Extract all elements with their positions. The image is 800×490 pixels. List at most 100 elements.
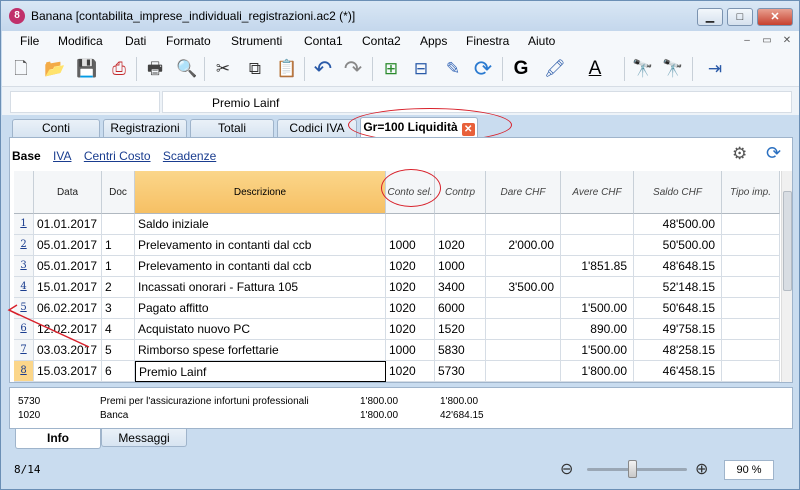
cell-descrizione[interactable]: Incassati onorari - Fattura 105	[135, 277, 386, 298]
tab-messaggi[interactable]: Messaggi	[101, 429, 187, 447]
cell-dare[interactable]	[486, 214, 561, 235]
zoom-level-field[interactable]: 90 %	[724, 460, 774, 480]
column-header-contrp[interactable]: Contrp	[435, 171, 486, 214]
column-header-doc[interactable]: Doc	[102, 171, 135, 214]
insert-row-icon[interactable]: ⊞	[378, 56, 404, 82]
row-number[interactable]: 8	[14, 361, 34, 382]
tab-info[interactable]: Info	[15, 429, 101, 449]
column-header-saldo[interactable]: Saldo CHF	[634, 171, 722, 214]
menu-formato[interactable]: Formato	[166, 34, 211, 48]
cell-tipo-imp[interactable]	[722, 298, 780, 319]
cell-avere[interactable]: 1'851.85	[561, 256, 634, 277]
cell-avere[interactable]	[561, 277, 634, 298]
cell-doc[interactable]: 2	[102, 277, 135, 298]
menu-conta2[interactable]: Conta2	[362, 34, 401, 48]
view-scadenze[interactable]: Scadenze	[163, 149, 216, 163]
mdi-close-icon[interactable]: ✕	[780, 34, 794, 48]
new-file-icon[interactable]: 🗋	[8, 56, 34, 82]
menu-file[interactable]: File	[20, 34, 39, 48]
cell-doc[interactable]: 5	[102, 340, 135, 361]
zoom-slider-thumb[interactable]	[628, 460, 637, 478]
bold-icon[interactable]: G	[508, 56, 534, 82]
row-number[interactable]: 3	[14, 256, 34, 277]
mdi-restore-icon[interactable]: ▭	[760, 34, 774, 48]
open-folder-icon[interactable]: 📂	[42, 56, 68, 82]
mdi-minimize-icon[interactable]: –	[740, 34, 754, 48]
menu-finestra[interactable]: Finestra	[466, 34, 509, 48]
cell-contrp[interactable]	[435, 214, 486, 235]
cell-contrp[interactable]: 6000	[435, 298, 486, 319]
zoom-in-icon[interactable]: ⊕	[695, 459, 708, 479]
cell-doc[interactable]	[102, 214, 135, 235]
cell-contrp[interactable]: 1020	[435, 235, 486, 256]
redo-icon[interactable]: ↷	[340, 56, 366, 82]
cell-descrizione[interactable]: Pagato affitto	[135, 298, 386, 319]
find-next-icon[interactable]: 🔭	[660, 56, 686, 82]
tab-codici-iva[interactable]: Codici IVA	[277, 119, 357, 137]
title-bar[interactable]: 8 Banana [contabilita_imprese_individual…	[1, 1, 799, 31]
cell-doc[interactable]: 1	[102, 235, 135, 256]
cell-tipo-imp[interactable]	[722, 319, 780, 340]
recheck-icon[interactable]: ⟳	[470, 56, 496, 82]
cell-contrp[interactable]: 1000	[435, 256, 486, 277]
zoom-slider[interactable]	[587, 468, 687, 471]
cell-tipo-imp[interactable]	[722, 277, 780, 298]
menu-apps[interactable]: Apps	[420, 34, 447, 48]
maximize-button[interactable]: □	[727, 8, 753, 26]
cell-saldo[interactable]: 48'648.15	[634, 256, 722, 277]
delete-row-icon[interactable]: ⊟	[408, 56, 434, 82]
cell-conto-sel[interactable]: 1020	[386, 256, 435, 277]
tab-registrazioni[interactable]: Registrazioni	[103, 119, 187, 137]
edit-cell-icon[interactable]: ✎	[440, 56, 466, 82]
cell-dare[interactable]	[486, 340, 561, 361]
cell-conto-sel[interactable]: 1020	[386, 277, 435, 298]
cell-avere[interactable]: 1'500.00	[561, 298, 634, 319]
cell-contrp[interactable]: 5730	[435, 361, 486, 382]
row-number[interactable]: 1	[14, 214, 34, 235]
column-header-avere[interactable]: Avere CHF	[561, 171, 634, 214]
cell-tipo-imp[interactable]	[722, 214, 780, 235]
cell-doc[interactable]: 3	[102, 298, 135, 319]
cell-contrp[interactable]: 1520	[435, 319, 486, 340]
row-number[interactable]: 2	[14, 235, 34, 256]
cell-descrizione[interactable]: Premio Lainf	[135, 361, 386, 382]
go-to-icon[interactable]: ⇥	[702, 56, 728, 82]
cell-data[interactable]: 01.01.2017	[34, 214, 102, 235]
column-header-descrizione[interactable]: Descrizione	[135, 171, 386, 214]
cell-data[interactable]: 15.03.2017	[34, 361, 102, 382]
pdf-icon[interactable]: ⎙	[106, 56, 132, 82]
cell-saldo[interactable]: 50'500.00	[634, 235, 722, 256]
cell-saldo[interactable]: 49'758.15	[634, 319, 722, 340]
cell-dare[interactable]	[486, 361, 561, 382]
vertical-scrollbar[interactable]	[781, 171, 792, 382]
copy-icon[interactable]: ⧉	[242, 56, 268, 82]
cell-contrp[interactable]: 5830	[435, 340, 486, 361]
cell-saldo[interactable]: 48'258.15	[634, 340, 722, 361]
cell-avere[interactable]: 1'800.00	[561, 361, 634, 382]
cell-dare[interactable]	[486, 256, 561, 277]
column-header-dare[interactable]: Dare CHF	[486, 171, 561, 214]
cell-tipo-imp[interactable]	[722, 256, 780, 277]
zoom-out-icon[interactable]: ⊖	[560, 459, 573, 479]
cell-avere[interactable]	[561, 235, 634, 256]
cell-conto-sel[interactable]	[386, 214, 435, 235]
view-centri-costo[interactable]: Centri Costo	[84, 149, 151, 163]
cell-saldo[interactable]: 46'458.15	[634, 361, 722, 382]
tab-conti[interactable]: Conti	[12, 119, 100, 137]
view-base[interactable]: Base	[12, 149, 41, 163]
cell-reference-field[interactable]	[10, 91, 160, 113]
cell-dare[interactable]	[486, 298, 561, 319]
print-icon[interactable]: 🖶	[142, 56, 168, 82]
cell-descrizione[interactable]: Acquistato nuovo PC	[135, 319, 386, 340]
menu-modifica[interactable]: Modifica	[58, 34, 103, 48]
cell-conto-sel[interactable]: 1000	[386, 340, 435, 361]
minimize-button[interactable]: ▁	[697, 8, 723, 26]
cell-dare[interactable]	[486, 319, 561, 340]
undo-icon[interactable]: ↶	[310, 56, 336, 82]
cell-edit-input[interactable]: Premio Lainf	[162, 91, 792, 113]
cell-descrizione[interactable]: Prelevamento in contanti dal ccb	[135, 256, 386, 277]
cell-tipo-imp[interactable]	[722, 361, 780, 382]
cell-data[interactable]: 05.01.2017	[34, 256, 102, 277]
menu-dati[interactable]: Dati	[125, 34, 146, 48]
cell-contrp[interactable]: 3400	[435, 277, 486, 298]
